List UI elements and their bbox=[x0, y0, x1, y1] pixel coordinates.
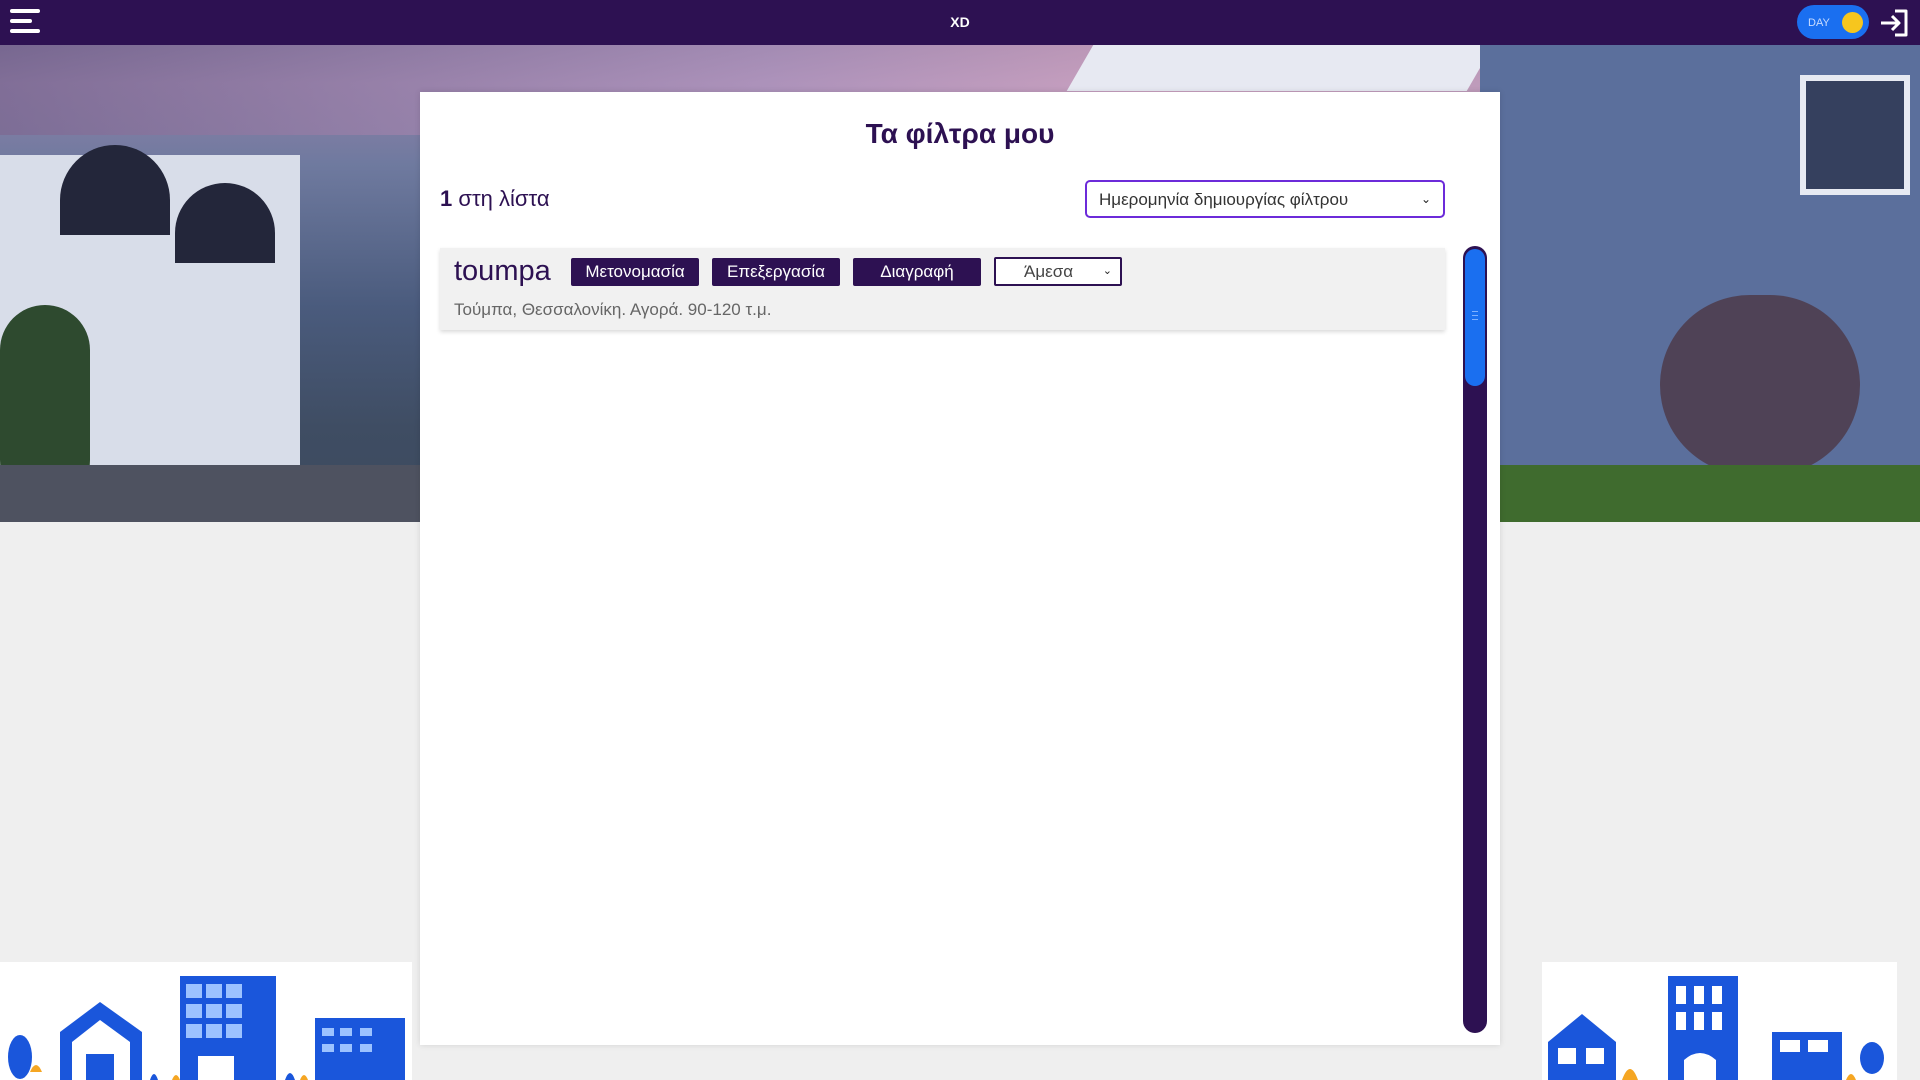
theme-toggle[interactable]: DAY bbox=[1797, 5, 1869, 39]
roof bbox=[1066, 45, 1494, 91]
city-illustration-left bbox=[0, 962, 412, 1080]
brand-title: XD bbox=[950, 14, 970, 30]
chevron-down-icon: ⌄ bbox=[1102, 265, 1112, 277]
notification-frequency-select[interactable]: Άμεσα ⌄ bbox=[994, 257, 1122, 286]
window bbox=[1800, 75, 1910, 195]
scrollbar-thumb[interactable] bbox=[1465, 249, 1485, 386]
list-count-label: στη λίστα bbox=[452, 186, 550, 211]
city-illustration-right bbox=[1542, 962, 1897, 1080]
hedge bbox=[1500, 465, 1920, 522]
notification-frequency-value: Άμεσα bbox=[1024, 262, 1074, 281]
list-count-number: 1 bbox=[440, 186, 453, 211]
top-navbar: XD DAY bbox=[0, 0, 1920, 45]
chevron-down-icon: ⌄ bbox=[1420, 192, 1431, 206]
filter-list-item: toumpa Μετονομασία Επεξεργασία Διαγραφή … bbox=[440, 248, 1445, 330]
theme-toggle-label: DAY bbox=[1808, 17, 1830, 29]
filter-name: toumpa bbox=[454, 255, 551, 287]
list-count: 1 στη λίστα bbox=[440, 186, 550, 212]
filter-description: Τούμπα, Θεσσαλονίκη. Αγορά. 90-120 τ.μ. bbox=[454, 300, 772, 319]
tree-right bbox=[1660, 295, 1860, 475]
login-icon[interactable] bbox=[1878, 8, 1910, 38]
my-filters-panel: Τα φίλτρα μου 1 στη λίστα Ημερομηνία δημ… bbox=[420, 92, 1500, 1045]
street bbox=[0, 465, 420, 522]
sort-select-value: Ημερομηνία δημιουργίας φίλτρου bbox=[1099, 190, 1349, 209]
edit-button[interactable]: Επεξεργασία bbox=[712, 258, 840, 286]
filters-list: toumpa Μετονομασία Επεξεργασία Διαγραφή … bbox=[440, 248, 1445, 1038]
rename-button[interactable]: Μετονομασία bbox=[571, 258, 699, 286]
list-scrollbar[interactable] bbox=[1463, 246, 1487, 1033]
page-title: Τα φίλτρα μου bbox=[865, 118, 1055, 149]
sort-select[interactable]: Ημερομηνία δημιουργίας φίλτρου ⌄ bbox=[1085, 180, 1445, 218]
sun-icon bbox=[1842, 12, 1863, 33]
hamburger-menu-icon[interactable] bbox=[10, 9, 40, 37]
delete-button[interactable]: Διαγραφή bbox=[853, 258, 981, 286]
